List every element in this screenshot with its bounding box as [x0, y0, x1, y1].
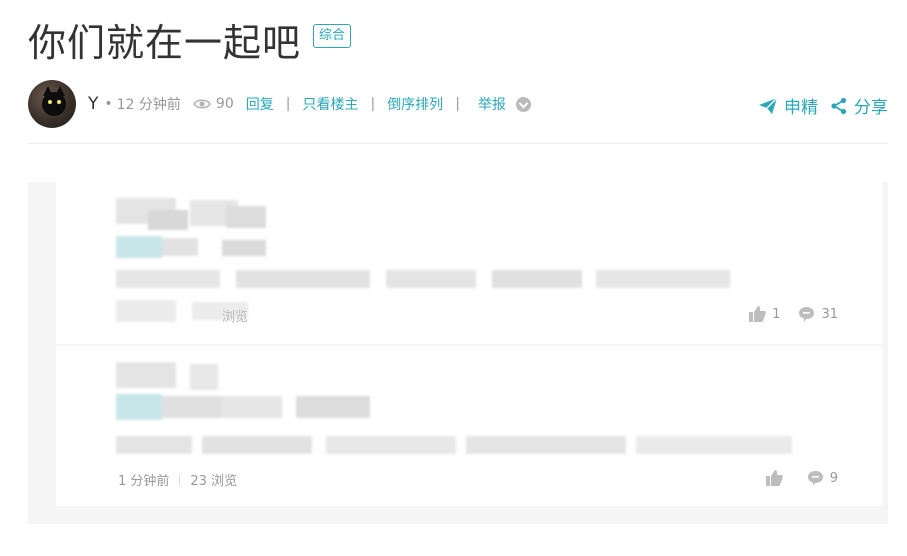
- share-button[interactable]: 分享: [830, 93, 888, 118]
- report-link[interactable]: 举报: [478, 94, 506, 114]
- chevron-down-icon[interactable]: [515, 96, 531, 112]
- share-label: 分享: [854, 98, 888, 118]
- view-count: 90: [215, 96, 234, 112]
- comment-count: 31: [821, 306, 838, 322]
- meta-line: Y • 12 分钟前 90 回复 | 只看楼主 | 倒序排列 | 举报: [88, 94, 531, 114]
- author-name[interactable]: Y: [88, 94, 98, 114]
- reply-meta: 1 分钟前 23 浏览: [118, 470, 237, 489]
- reply-link[interactable]: 回复: [246, 94, 274, 114]
- category-tag[interactable]: 综合: [313, 24, 352, 48]
- paper-plane-icon: [759, 97, 778, 114]
- like-count: 1: [772, 306, 781, 322]
- reply-stats: 9: [748, 470, 838, 486]
- eye-icon: [192, 99, 211, 109]
- comment-button[interactable]: 31: [798, 306, 838, 322]
- comment-button[interactable]: 9: [807, 470, 838, 486]
- like-button[interactable]: [765, 470, 789, 486]
- share-icon: [831, 97, 847, 114]
- comment-count: 9: [829, 470, 838, 486]
- comment-icon: [799, 307, 815, 322]
- reply-feed: 浏览 1 31 1 分钟前 23 浏览 9: [28, 182, 888, 524]
- post-time: 12 分钟前: [116, 97, 181, 113]
- avatar[interactable]: [28, 80, 76, 128]
- post-title: 你们就在一起吧: [28, 21, 302, 65]
- dot-separator: •: [104, 96, 113, 112]
- reply-views: 浏览: [222, 310, 249, 325]
- reply-stats: 1 31: [731, 306, 838, 322]
- comment-icon: [807, 471, 823, 486]
- reply-card: 浏览 1 31: [56, 182, 882, 344]
- reply-meta: 浏览: [222, 306, 248, 325]
- thumbs-up-icon: [765, 470, 783, 486]
- thumbs-up-icon: [749, 306, 767, 322]
- like-button[interactable]: 1: [749, 306, 780, 322]
- author-only-link[interactable]: 只看楼主: [302, 94, 358, 114]
- apply-featured-label: 申精: [784, 98, 818, 118]
- reply-views: 23 浏览: [190, 474, 238, 489]
- post-header: 你们就在一起吧 综合: [28, 18, 352, 68]
- apply-featured-button[interactable]: 申精: [758, 93, 818, 118]
- post-actions: 申精 分享: [746, 93, 888, 118]
- reply-card: 1 分钟前 23 浏览 9: [56, 346, 882, 506]
- post-meta: Y • 12 分钟前 90 回复 | 只看楼主 | 倒序排列 | 举报 申精 分…: [28, 80, 888, 130]
- reply-time: 1 分钟前: [118, 474, 170, 489]
- reverse-order-link[interactable]: 倒序排列: [387, 94, 443, 114]
- header-divider: [28, 143, 888, 144]
